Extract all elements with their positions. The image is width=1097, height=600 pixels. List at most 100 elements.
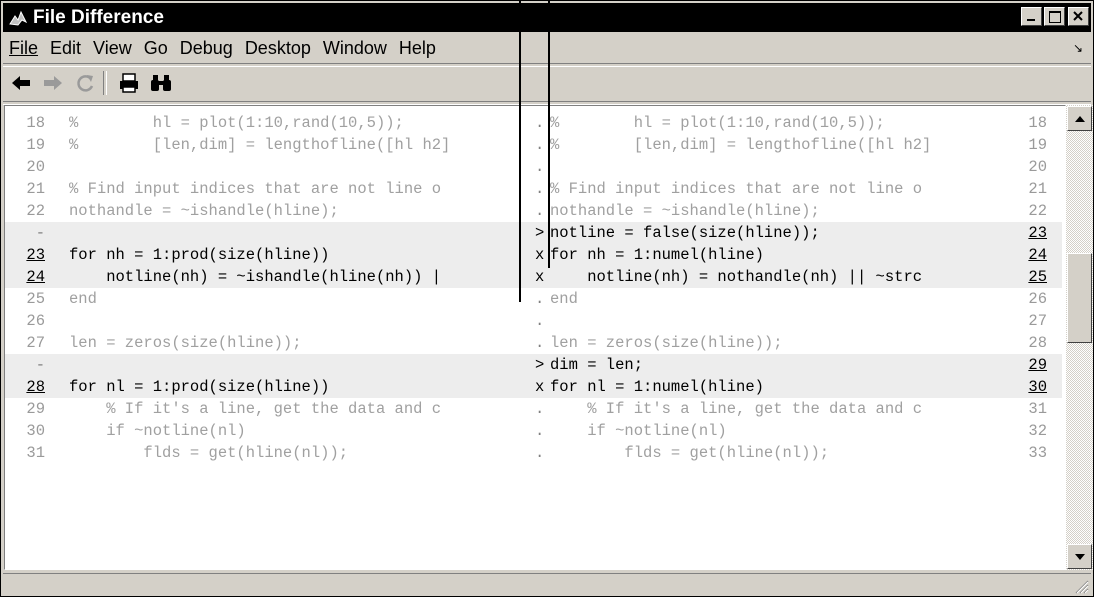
left-line-number: 22 (26, 202, 45, 220)
left-code: if ~notline(nl) (69, 422, 246, 440)
left-code: notline(nh) = ~ishandle(hline(nh)) | (69, 268, 442, 286)
right-line-number: 32 (1028, 422, 1047, 440)
overlay-line-right (548, 0, 550, 268)
toolbar-separator (103, 71, 107, 95)
right-line-number: 27 (1028, 312, 1047, 330)
minimize-button[interactable] (1021, 7, 1042, 26)
title-bar[interactable]: File Difference (3, 3, 1091, 32)
diff-marker: . (535, 136, 545, 154)
right-line-number: 25 (1028, 268, 1047, 286)
back-arrow-icon (12, 76, 30, 90)
maximize-icon (1049, 11, 1061, 23)
diff-row[interactable]: 23 for nh = 1:prod(size(hline)) x for nh = … (5, 244, 1062, 266)
right-code: notline(nh) = nothandle(nh) || ~strc (550, 268, 923, 286)
menu-desktop[interactable]: Desktop (239, 38, 317, 59)
diff-row[interactable]: 21 % Find input indices that are not line… (5, 178, 1062, 200)
right-code: % If it's a line, get the data and c (550, 400, 923, 418)
left-code: % If it's a line, get the data and c (69, 400, 442, 418)
left-code: % hl = plot(1:10,rand(10,5)); (69, 114, 404, 132)
diff-row[interactable]: 25 end. end 26 (5, 288, 1062, 310)
vertical-scrollbar[interactable] (1066, 105, 1093, 570)
maximize-button[interactable] (1044, 7, 1065, 26)
diff-pane[interactable]: 18 % hl = plot(1:10,rand(10,5));. % hl = p… (4, 105, 1066, 570)
diff-marker: > (535, 356, 545, 374)
right-code: end (550, 290, 578, 308)
right-code: for nh = 1:numel(hline) (550, 246, 764, 264)
right-line-number: 31 (1028, 400, 1047, 418)
diff-marker: . (535, 444, 545, 462)
diff-row[interactable]: - > notline = false(size(hline)); 23 (5, 222, 1062, 244)
menu-edit[interactable]: Edit (44, 38, 87, 59)
diff-marker: . (535, 180, 545, 198)
diff-marker: . (535, 422, 545, 440)
diff-row[interactable]: 26. 27 (5, 310, 1062, 332)
scrollbar-thumb[interactable] (1067, 253, 1092, 343)
menu-window[interactable]: Window (317, 38, 393, 59)
right-code: nothandle = ~ishandle(hline); (550, 202, 820, 220)
scroll-down-icon (1074, 553, 1085, 560)
menu-go[interactable]: Go (138, 38, 174, 59)
diff-row[interactable]: 20. 20 (5, 156, 1062, 178)
right-line-number: 18 (1028, 114, 1047, 132)
print-button[interactable] (115, 70, 143, 96)
diff-row[interactable]: 19 % [len,dim] = lengthofline([hl h2]. % [… (5, 134, 1062, 156)
back-button[interactable] (7, 70, 35, 96)
left-line-number: 23 (26, 246, 45, 264)
find-button[interactable] (147, 70, 175, 96)
minimize-icon (1027, 19, 1035, 21)
scroll-down-button[interactable] (1067, 544, 1092, 569)
refresh-button[interactable] (71, 70, 99, 96)
diff-row[interactable]: - > dim = len; 29 (5, 354, 1062, 376)
diff-row[interactable]: 18 % hl = plot(1:10,rand(10,5));. % hl = p… (5, 112, 1062, 134)
left-line-number: 26 (26, 312, 45, 330)
left-line-number: 19 (26, 136, 45, 154)
diff-marker: . (535, 158, 545, 176)
right-line-number: 22 (1028, 202, 1047, 220)
right-line-number: 28 (1028, 334, 1047, 352)
left-line-number: 27 (26, 334, 45, 352)
left-line-number: 29 (26, 400, 45, 418)
right-line-number: 30 (1028, 378, 1047, 396)
close-button[interactable] (1068, 7, 1089, 26)
dock-arrow-icon[interactable]: ↘ (1073, 41, 1083, 55)
left-line-number: 31 (26, 444, 45, 462)
file-difference-window: File Difference File Edit View Go Debug … (0, 0, 1094, 597)
right-code: % hl = plot(1:10,rand(10,5)); (550, 114, 885, 132)
diff-marker: > (535, 224, 545, 242)
resize-grip-icon[interactable] (1073, 578, 1089, 594)
right-line-number: 33 (1028, 444, 1047, 462)
right-code: dim = len; (550, 356, 644, 374)
diff-row[interactable]: 24 notline(nh) = ~ishandle(hline(nh)) | x… (5, 266, 1062, 288)
diff-row[interactable]: 31 flds = get(hline(nl));. flds = get(hl… (5, 442, 1062, 464)
right-code: for nl = 1:numel(hline) (550, 378, 764, 396)
left-line-number: 18 (26, 114, 45, 132)
diff-marker: . (535, 334, 545, 352)
diff-row[interactable]: 27 len = zeros(size(hline));. len = zeros(… (5, 332, 1062, 354)
menu-help[interactable]: Help (393, 38, 442, 59)
forward-button[interactable] (39, 70, 67, 96)
menu-view[interactable]: View (87, 38, 138, 59)
menu-bar: File Edit View Go Debug Desktop Window H… (3, 35, 1091, 62)
right-line-number: 29 (1028, 356, 1047, 374)
overlay-line-left (519, 0, 521, 302)
close-icon (1073, 11, 1083, 21)
diff-marker: x (535, 246, 545, 264)
diff-row[interactable]: 29 % If it's a line, get the data and c.… (5, 398, 1062, 420)
window-title: File Difference (33, 6, 164, 28)
forward-arrow-icon (44, 76, 62, 90)
diff-marker: . (535, 400, 545, 418)
left-code: len = zeros(size(hline)); (69, 334, 302, 352)
left-line-number: 25 (26, 290, 45, 308)
left-line-number: - (35, 356, 45, 374)
left-code: % Find input indices that are not line o (69, 180, 442, 198)
diff-row[interactable]: 30 if ~notline(nl). if ~notline(nl) 32 (5, 420, 1062, 442)
right-line-number: 26 (1028, 290, 1047, 308)
diff-row[interactable]: 22 nothandle = ~ishandle(hline);. nothandl… (5, 200, 1062, 222)
diff-marker: x (535, 378, 545, 396)
menu-file[interactable]: File (3, 38, 44, 59)
diff-row[interactable]: 28 for nl = 1:prod(size(hline)) x for nl = … (5, 376, 1062, 398)
menu-debug[interactable]: Debug (174, 38, 239, 59)
refresh-icon (77, 75, 94, 92)
scroll-up-button[interactable] (1067, 106, 1092, 131)
left-code: end (69, 290, 97, 308)
